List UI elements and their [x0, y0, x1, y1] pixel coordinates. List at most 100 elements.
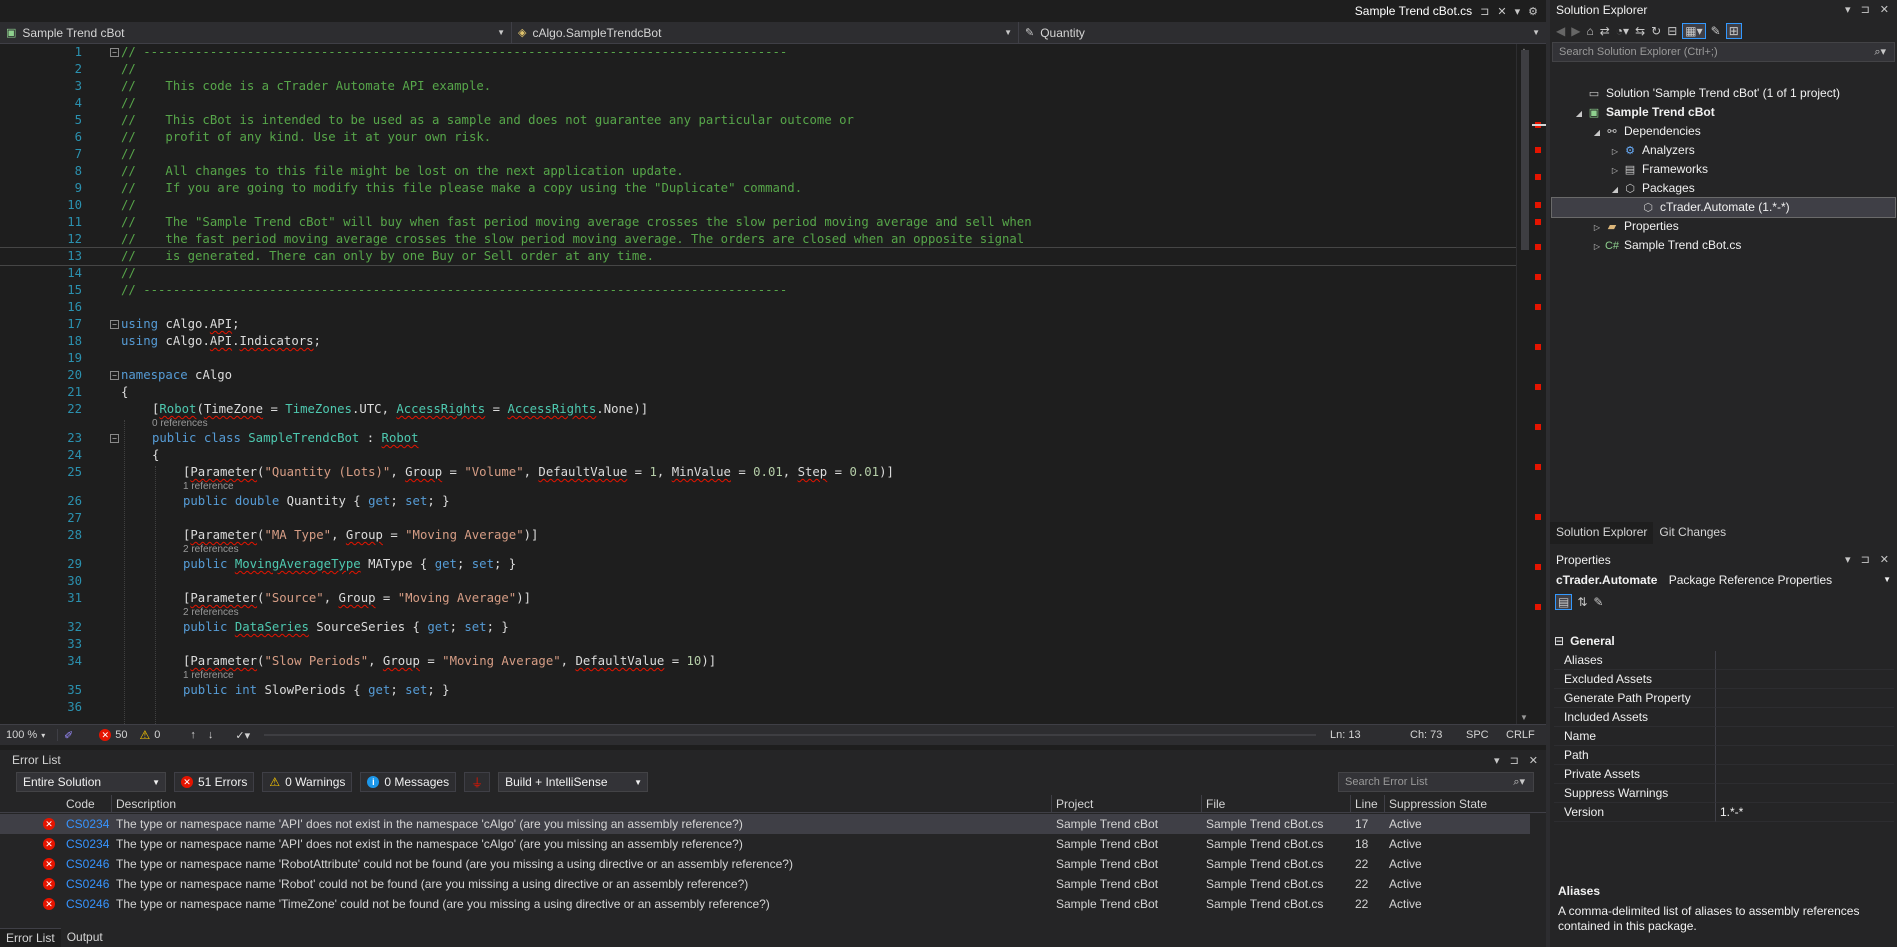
error-search-input[interactable]: Search Error List ⌕▾ [1338, 772, 1534, 792]
error-marker[interactable] [1535, 202, 1541, 208]
column-header-description[interactable]: Description [112, 795, 1052, 813]
code-line[interactable]: 8 // All changes to this file might be lo… [0, 163, 1516, 180]
code-line[interactable]: 5 // This cBot is intended to be used as … [0, 112, 1516, 129]
tree-node[interactable]: ◢ ⚯ Dependencies [1552, 122, 1895, 141]
pin-icon[interactable]: ⊐ [1861, 550, 1870, 570]
code-line[interactable]: 33 [0, 636, 1516, 653]
tree-node[interactable]: ◢ ⬡ Packages [1552, 179, 1895, 198]
code-line[interactable]: 13 // is generated. There can only by one… [0, 247, 1516, 266]
type-dropdown[interactable]: ◈ cAlgo.SampleTrendcBot ▼ [512, 22, 1019, 43]
categorized-icon[interactable]: ▤ [1554, 594, 1573, 610]
code-line[interactable]: 2 // [0, 61, 1516, 78]
errors-filter-button[interactable]: ✕ 51 Errors [174, 772, 255, 792]
spacing-indicator[interactable]: SPC [1460, 729, 1500, 741]
error-row[interactable]: ✕ CS0234 The type or namespace name 'API' … [0, 834, 1530, 854]
sync-icon[interactable]: ⇆ [1635, 24, 1645, 38]
pin-icon[interactable]: ⊐ [1510, 754, 1519, 767]
error-code-link[interactable]: CS0246 [62, 854, 112, 874]
expand-toggle-icon[interactable]: ▷ [1608, 142, 1622, 161]
code-lens-references[interactable]: 0 references [152, 418, 208, 430]
pin-icon[interactable]: ⊐ [1480, 5, 1489, 18]
error-row[interactable]: ✕ CS0246 The type or namespace name 'TimeZ… [0, 894, 1530, 914]
forward-icon[interactable]: ▶ [1571, 24, 1580, 38]
document-tab[interactable]: Sample Trend cBot.cs ⊐ ✕ ▾ ⚙ [1346, 0, 1546, 22]
error-row[interactable]: ✕ CS0234 The type or namespace name 'API' … [0, 814, 1530, 834]
preview-icon[interactable]: ⊞ [1725, 23, 1742, 39]
horizontal-scrollbar[interactable] [264, 729, 1316, 741]
code-line[interactable]: 6 // profit of any kind. Use it at your o… [0, 129, 1516, 146]
error-marker[interactable] [1535, 147, 1541, 153]
error-marker[interactable] [1535, 219, 1541, 225]
error-code-link[interactable]: CS0234 [62, 834, 112, 854]
column-header-file[interactable]: File [1202, 795, 1351, 813]
property-category[interactable]: ⊟ General [1554, 632, 1894, 651]
property-value[interactable] [1716, 784, 1894, 803]
expand-toggle-icon[interactable]: ◢ [1590, 123, 1604, 142]
properties-object-selector[interactable]: cTrader.Automate Package Reference Prope… [1550, 570, 1897, 590]
property-row[interactable]: Path [1554, 746, 1894, 765]
code-line[interactable]: 18 using cAlgo.API.Indicators; [0, 333, 1516, 350]
code-line[interactable]: 31 [Parameter("Source", Group = "Moving A… [0, 590, 1516, 607]
expand-toggle-icon[interactable]: ◢ [1608, 180, 1622, 199]
code-line[interactable]: 10 // [0, 197, 1516, 214]
messages-filter-button[interactable]: i 0 Messages [360, 772, 457, 792]
code-lens-references[interactable]: 2 references [183, 544, 239, 556]
column-header-suppression-state[interactable]: Suppression State [1385, 795, 1510, 813]
property-value[interactable] [1716, 651, 1894, 670]
error-code-link[interactable]: CS0246 [62, 894, 112, 914]
code-line[interactable]: 34 [Parameter("Slow Periods", Group = "Mo… [0, 653, 1516, 670]
property-row[interactable]: Included Assets [1554, 708, 1894, 727]
code-line[interactable]: 7 // [0, 146, 1516, 163]
close-icon[interactable]: ✕ [1497, 5, 1506, 18]
code-line[interactable]: 20 − namespace cAlgo [0, 367, 1516, 384]
error-marker[interactable] [1535, 244, 1541, 250]
code-lens-references[interactable]: 1 reference [183, 670, 234, 682]
scrollbar-thumb[interactable] [1521, 50, 1529, 250]
expand-toggle-icon[interactable]: ◢ [1572, 104, 1586, 123]
collapse-icon[interactable]: − [110, 434, 119, 443]
property-row[interactable]: Aliases [1554, 651, 1894, 670]
property-row[interactable]: Private Assets [1554, 765, 1894, 784]
error-marker[interactable] [1535, 604, 1541, 610]
tree-node[interactable]: ▭ Solution 'Sample Trend cBot' (1 of 1 pr… [1552, 84, 1895, 103]
scope-dropdown[interactable]: Entire Solution ▼ [16, 772, 166, 792]
code-line[interactable]: 14 // [0, 265, 1516, 282]
property-value[interactable] [1716, 765, 1894, 784]
collapse-icon[interactable]: − [110, 48, 119, 57]
line-ending-indicator[interactable]: CRLF [1500, 729, 1546, 741]
property-value[interactable] [1716, 746, 1894, 765]
history-icon[interactable]: ◔▾ [1616, 24, 1629, 38]
filter-icon[interactable]: ⏚ [464, 772, 491, 792]
code-line[interactable]: 17 − using cAlgo.API; [0, 316, 1516, 333]
collapse-all-icon[interactable]: ⊟ [1667, 24, 1677, 38]
home-icon[interactable]: ⌂ [1586, 24, 1593, 38]
code-line[interactable]: 11 // The "Sample Trend cBot" will buy wh… [0, 214, 1516, 231]
property-row[interactable]: Name [1554, 727, 1894, 746]
code-line[interactable]: 27 [0, 510, 1516, 527]
code-line[interactable]: 32 public DataSeries SourceSeries { get; … [0, 619, 1516, 636]
code-line[interactable]: 4 // [0, 95, 1516, 112]
error-marker[interactable] [1535, 384, 1541, 390]
property-value[interactable] [1716, 727, 1894, 746]
alphabetical-icon[interactable]: ⇅ [1577, 595, 1587, 609]
code-line[interactable]: 25 [Parameter("Quantity (Lots)", Group = … [0, 464, 1516, 481]
property-value[interactable] [1716, 708, 1894, 727]
close-icon[interactable]: ✕ [1529, 754, 1538, 767]
warnings-filter-button[interactable]: ⚠ 0 Warnings [262, 772, 353, 792]
pin-icon[interactable]: ⊐ [1861, 0, 1870, 20]
property-row[interactable]: Generate Path Property [1554, 689, 1894, 708]
code-line[interactable]: 35 public int SlowPeriods { get; set; } [0, 682, 1516, 699]
tree-node[interactable]: ▷ ⚙ Analyzers [1552, 141, 1895, 160]
error-row[interactable]: ✕ CS0246 The type or namespace name 'Robot… [0, 854, 1530, 874]
error-code-link[interactable]: CS0246 [62, 874, 112, 894]
previous-issue-button[interactable]: ↑ [184, 729, 202, 741]
tree-node[interactable]: ◢ ▣ Sample Trend cBot [1552, 103, 1895, 122]
chevron-down-icon[interactable]: ▾ [1845, 550, 1851, 570]
tab-error-list[interactable]: Error List [0, 928, 61, 947]
next-issue-button[interactable]: ↓ [202, 729, 220, 741]
column-header-line[interactable]: Line [1351, 795, 1385, 813]
expand-toggle-icon[interactable]: ▷ [1590, 237, 1604, 256]
property-value[interactable]: 1.*-* [1716, 803, 1894, 822]
tree-node[interactable]: ▷ C# Sample Trend cBot.cs [1552, 236, 1895, 255]
solution-search-input[interactable]: Search Solution Explorer (Ctrl+;) ⌕▾ [1552, 42, 1895, 62]
